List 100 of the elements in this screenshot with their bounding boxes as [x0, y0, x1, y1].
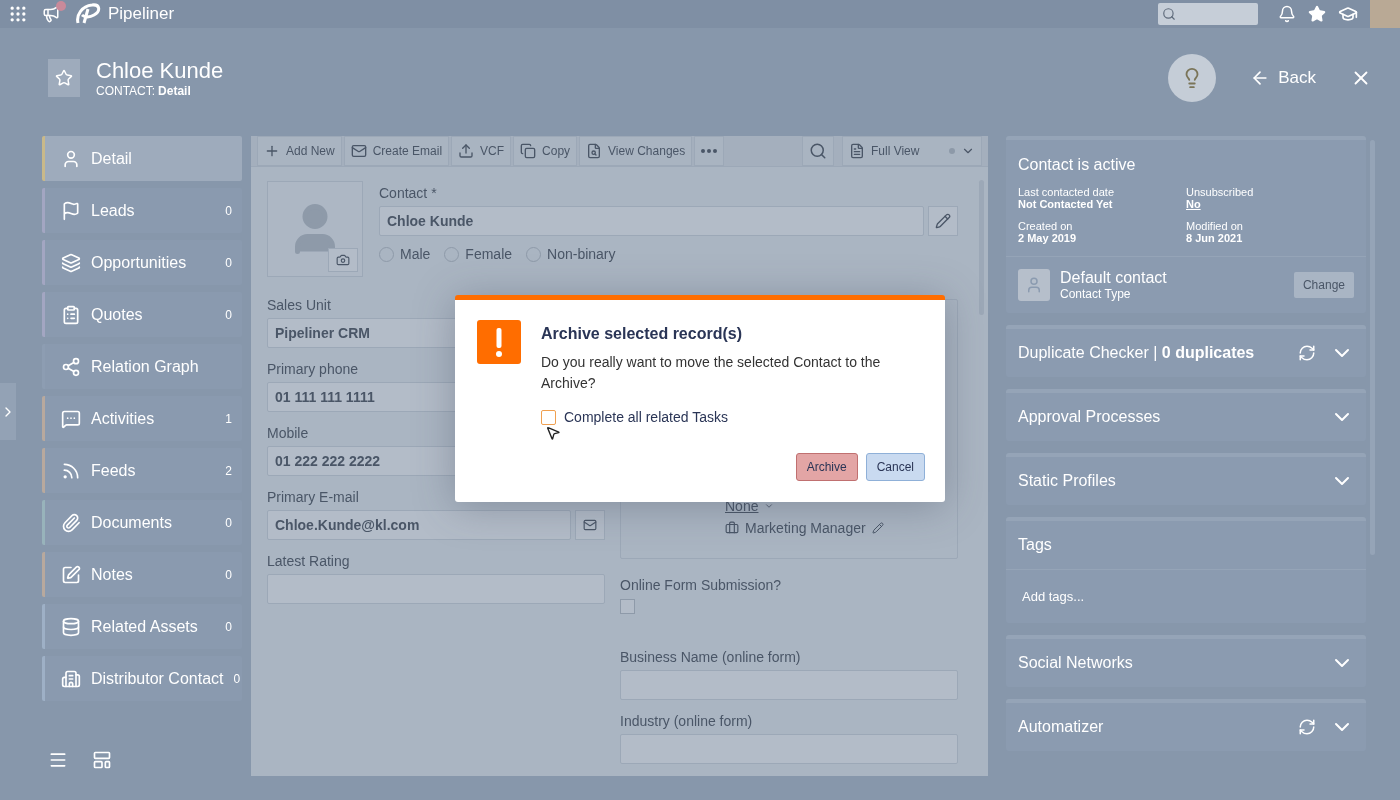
- mail-icon: [350, 143, 367, 159]
- field-label: Contact *: [379, 185, 437, 201]
- info-label: Modified on: [1186, 220, 1243, 232]
- favorite-star-button[interactable]: [48, 59, 80, 97]
- info-label: Created on: [1018, 220, 1073, 232]
- caret-icon: [764, 501, 775, 511]
- sidebar-item[interactable]: Distributor Contact 0: [42, 656, 242, 701]
- menu-icon[interactable]: [48, 750, 68, 770]
- plus-icon: [264, 143, 280, 159]
- more-button[interactable]: [694, 136, 725, 166]
- change-button[interactable]: Change: [1293, 272, 1354, 298]
- sidebar-item[interactable]: Notes 0: [42, 552, 242, 597]
- user-icon: [1018, 269, 1050, 301]
- section-title[interactable]: Approval Processes: [1018, 408, 1161, 426]
- layout-icon[interactable]: [92, 750, 112, 770]
- view-dropdown[interactable]: Full View: [842, 136, 982, 166]
- tag-input[interactable]: Add tags...: [1006, 569, 1366, 623]
- pencil-icon: [871, 522, 884, 534]
- radio-option[interactable]: Non-binary: [526, 246, 616, 262]
- edit-button[interactable]: [928, 206, 958, 236]
- search-field[interactable]: [1158, 3, 1258, 25]
- logo-icon: [74, 3, 102, 25]
- send-email-button[interactable]: [575, 510, 605, 540]
- bell-icon[interactable]: [1278, 5, 1296, 23]
- sidebar-item[interactable]: Relation Graph: [42, 344, 242, 389]
- field-label: Primary phone: [267, 361, 359, 377]
- sidebar-item[interactable]: Activities 1: [42, 396, 242, 441]
- contact-type-caption: Contact Type: [1060, 287, 1132, 301]
- input-field[interactable]: Chloe Kunde: [379, 206, 924, 236]
- copy-icon: [520, 143, 537, 159]
- star-icon[interactable]: [1308, 5, 1326, 23]
- field-label: Business Name (online form): [620, 649, 801, 665]
- camera-icon: [336, 253, 350, 267]
- star-icon: [55, 69, 73, 87]
- status-title: Contact is active: [1017, 155, 1137, 175]
- info-label: Unsubscribed: [1186, 186, 1254, 198]
- toolbar-button[interactable]: Create Email: [343, 136, 450, 166]
- section-title[interactable]: Duplicate Checker | 0 duplicates: [1018, 344, 1255, 362]
- megaphone-icon[interactable]: [42, 5, 60, 23]
- toolbar-button[interactable]: VCF: [451, 136, 512, 166]
- search-icon: [1162, 7, 1176, 21]
- camera-button[interactable]: [328, 248, 358, 272]
- apps-grid-icon[interactable]: [8, 4, 28, 24]
- mouse-cursor-icon: [545, 425, 561, 441]
- sidebar-item[interactable]: Detail: [42, 136, 242, 181]
- paperclip-icon: [61, 512, 81, 533]
- field-label: Sales Unit: [267, 297, 331, 313]
- database-icon: [61, 616, 81, 637]
- document-icon: [849, 143, 865, 159]
- input-field[interactable]: Chloe.Kunde@kl.com: [267, 510, 571, 540]
- refresh-icon[interactable]: [1298, 344, 1316, 362]
- checkbox[interactable]: [620, 599, 635, 614]
- upload-icon: [458, 143, 475, 159]
- section-title[interactable]: Static Profiles: [1018, 472, 1116, 490]
- toolbar-button[interactable]: Add New: [257, 136, 342, 166]
- layers-icon: [61, 252, 81, 273]
- pencil-icon: [935, 213, 951, 229]
- mail-icon: [583, 518, 597, 532]
- info-label: Last contacted date: [1018, 186, 1114, 198]
- section-title[interactable]: Automatizer: [1018, 718, 1104, 736]
- info-value: 8 Jun 2021: [1186, 232, 1243, 244]
- contact-type-name: Default contact: [1060, 269, 1167, 287]
- sidebar-item[interactable]: Opportunities 0: [42, 240, 242, 285]
- section-title: Tags: [1018, 536, 1052, 554]
- back-button[interactable]: Back: [1250, 68, 1316, 88]
- field-label: Mobile: [267, 425, 309, 441]
- role-dropdown[interactable]: None: [725, 498, 775, 514]
- sidebar-item[interactable]: Quotes 0: [42, 292, 242, 337]
- sidebar-item[interactable]: Leads 0: [42, 188, 242, 233]
- building-icon: [61, 668, 81, 689]
- archive-button[interactable]: Archive: [795, 453, 858, 481]
- flag-icon: [61, 200, 81, 221]
- warning-icon: [477, 320, 521, 364]
- contact-name: Chloe Kunde: [96, 58, 224, 84]
- radio-option[interactable]: Female: [444, 246, 513, 262]
- job-title-item[interactable]: Marketing Manager: [725, 520, 884, 536]
- field-label: Primary E-mail: [267, 489, 359, 505]
- sidebar-item[interactable]: Documents 0: [42, 500, 242, 545]
- toolbar-button[interactable]: View Changes: [579, 136, 693, 166]
- sidebar-item[interactable]: Related Assets 0: [42, 604, 242, 649]
- lightbulb-button[interactable]: [1168, 54, 1217, 102]
- refresh-icon[interactable]: [1298, 718, 1316, 736]
- user-icon: [61, 148, 81, 169]
- sidebar-item[interactable]: Feeds 2: [42, 448, 242, 493]
- info-value: 2 May 2019: [1018, 232, 1077, 244]
- toolbar-button[interactable]: Copy: [513, 136, 578, 166]
- checkbox[interactable]: [541, 409, 556, 425]
- cancel-button[interactable]: Cancel: [865, 453, 925, 481]
- radio-option[interactable]: Male: [379, 246, 431, 262]
- search-button[interactable]: [802, 136, 834, 166]
- app-name: Pipeliner: [108, 4, 175, 24]
- graduation-cap-icon[interactable]: [1338, 4, 1358, 24]
- briefcase-icon: [725, 521, 739, 535]
- checkbox-label[interactable]: Complete all related Tasks: [564, 409, 728, 425]
- search-icon: [809, 142, 827, 160]
- field-label: Online Form Submission?: [620, 577, 782, 593]
- section-title[interactable]: Social Networks: [1018, 654, 1133, 672]
- info-link[interactable]: No: [1186, 198, 1201, 210]
- network-icon: [61, 356, 81, 377]
- expand-tab[interactable]: [0, 383, 16, 440]
